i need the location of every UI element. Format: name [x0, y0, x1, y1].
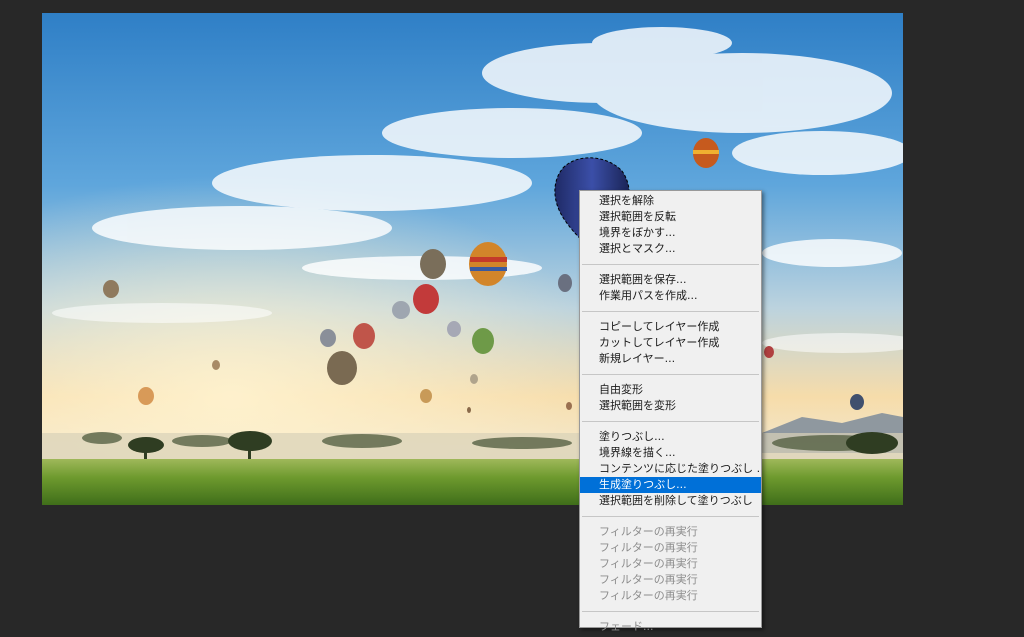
menu-item: フィルターの再実行 [599, 525, 698, 538]
menu-item[interactable]: 選択とマスク... [580, 241, 761, 257]
menu-item[interactable]: コピーしてレイヤー作成 [580, 319, 761, 335]
menu-separator [582, 421, 759, 422]
menu-item[interactable]: 選択範囲を削除して塗りつぶし [580, 493, 761, 509]
menu-item[interactable]: 選択を解除 [580, 193, 761, 209]
menu-item[interactable]: 境界線を描く... [580, 445, 761, 461]
menu-item[interactable]: 新規レイヤー... [580, 351, 761, 367]
menu-separator [582, 311, 759, 312]
menu-item: フィルターの再実行 [599, 573, 698, 586]
menu-item[interactable]: 境界をぼかす... [580, 225, 761, 241]
hot-air-balloon-photo [42, 13, 903, 505]
menu-item: フィルターの再実行 [599, 589, 698, 602]
menu-separator [582, 374, 759, 375]
menu-separator [582, 611, 759, 612]
menu-item[interactable]: コンテンツに応じた塗りつぶし ... [580, 461, 761, 477]
menu-item[interactable]: 生成塗りつぶし... [580, 477, 761, 493]
menu-item[interactable]: 作業用パスを作成... [580, 288, 761, 304]
menu-item[interactable]: 選択範囲を保存... [580, 272, 761, 288]
menu-item: フェード... [599, 620, 654, 633]
menu-separator [582, 516, 759, 517]
menu-item: フィルターの再実行 [599, 541, 698, 554]
menu-item[interactable]: 塗りつぶし... [580, 429, 761, 445]
menu-item[interactable]: 選択範囲を反転 [580, 209, 761, 225]
photoshop-workspace: 選択を解除 選択範囲を反転 境界をぼかす... 選択とマスク... 選択範囲を保存...… [0, 0, 1024, 637]
menu-item[interactable]: カットしてレイヤー作成 [580, 335, 761, 351]
menu-item: フィルターの再実行 [599, 557, 698, 570]
menu-separator [582, 264, 759, 265]
document-canvas[interactable] [42, 13, 903, 505]
menu-item[interactable]: 自由変形 [580, 382, 761, 398]
context-menu: 選択を解除 選択範囲を反転 境界をぼかす... 選択とマスク... 選択範囲を保存...… [579, 190, 762, 633]
menu-item[interactable]: 選択範囲を変形 [580, 398, 761, 414]
